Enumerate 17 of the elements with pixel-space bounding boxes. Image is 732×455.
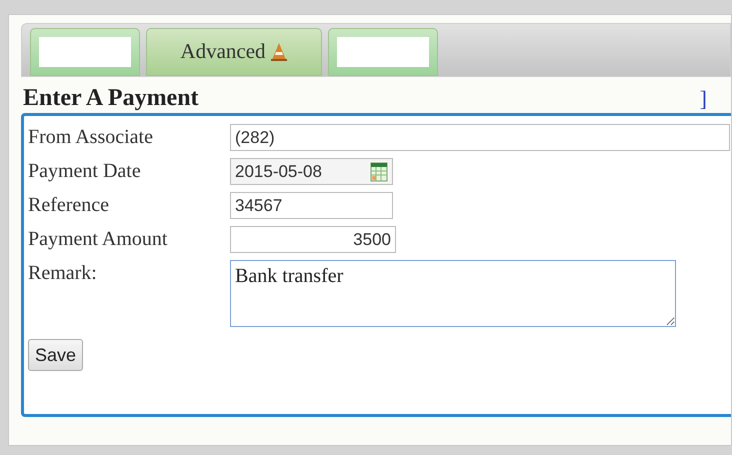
text-field[interactable]: (282): [230, 124, 730, 151]
field-label: Payment Amount: [28, 227, 168, 252]
text-field[interactable]: 34567: [230, 192, 393, 219]
remark-field[interactable]: Bank transfer: [230, 260, 676, 327]
calendar-icon[interactable]: [370, 162, 388, 182]
field-label: From Associate: [28, 125, 154, 150]
tab[interactable]: [30, 28, 140, 76]
field-label: Payment Date: [28, 159, 142, 184]
page-heading: Enter A Payment: [22, 84, 199, 113]
amount-field[interactable]: 3500: [230, 226, 396, 253]
header-link[interactable]: ]: [700, 85, 707, 113]
field-label: Remark:: [28, 261, 98, 286]
date-field[interactable]: 2015-05-08: [230, 158, 393, 185]
tab[interactable]: [328, 28, 438, 76]
save-button[interactable]: Save: [28, 339, 84, 371]
field-label: Reference: [28, 193, 110, 218]
tab[interactable]: Advanced: [146, 28, 322, 76]
